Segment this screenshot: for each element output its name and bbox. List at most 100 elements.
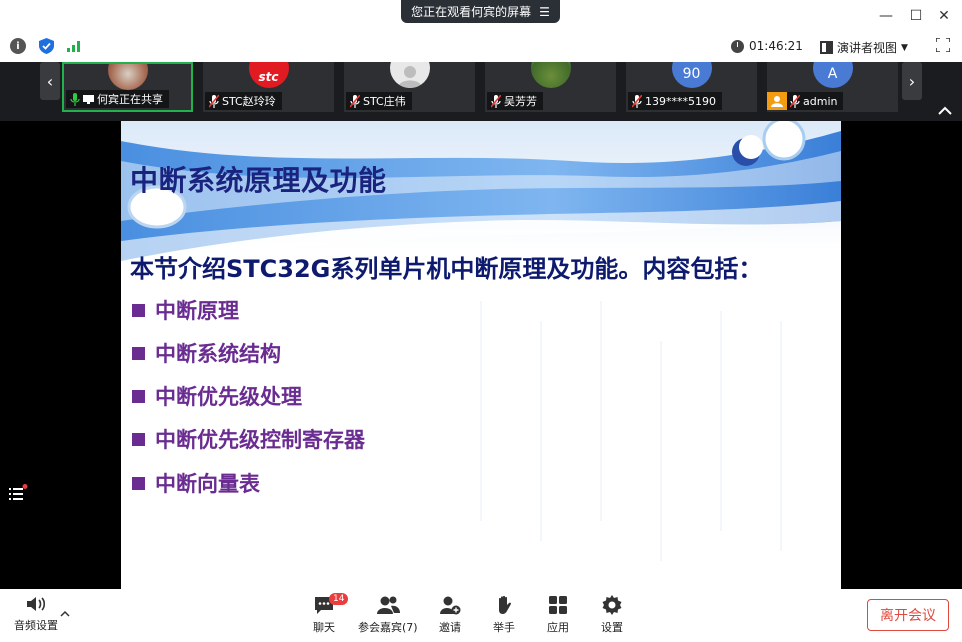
slide-bullet: 中断优先级处理 bbox=[132, 381, 302, 411]
layout-icon bbox=[820, 41, 833, 54]
gear-icon bbox=[602, 595, 622, 615]
participant-name: STC庄伟 bbox=[363, 95, 406, 108]
chevron-up-icon bbox=[938, 106, 952, 115]
participant-label: STC赵玲玲 bbox=[205, 92, 282, 110]
avatar: stc bbox=[248, 62, 289, 88]
participant-label: 139****5190 bbox=[628, 92, 722, 110]
audio-settings-button[interactable]: 音频设置 bbox=[14, 595, 58, 633]
participant-tile[interactable]: A admin bbox=[767, 62, 898, 112]
audio-options-chevron[interactable] bbox=[60, 609, 70, 620]
avatar bbox=[107, 64, 148, 90]
signal-icon[interactable] bbox=[66, 38, 82, 54]
speaker-icon bbox=[27, 597, 46, 611]
avatar: A bbox=[812, 62, 853, 88]
chevron-up-icon bbox=[60, 610, 70, 617]
participant-tile[interactable]: STC庄伟 bbox=[344, 62, 475, 112]
chat-label: 聊天 bbox=[313, 621, 335, 634]
timer-text: 01:46:21 bbox=[749, 39, 803, 53]
leave-meeting-button[interactable]: 离开会议 bbox=[867, 599, 949, 631]
audio-settings-label: 音频设置 bbox=[14, 619, 58, 632]
participant-tile[interactable]: stc STC赵玲玲 bbox=[203, 62, 334, 112]
participant-label: STC庄伟 bbox=[346, 92, 412, 110]
participants-icon bbox=[376, 596, 400, 614]
meeting-controls: 音频设置 聊天 14 参会嘉宾(7) 邀请 举手 应用 设置 离开会议 bbox=[0, 589, 962, 642]
participants-label: 参会嘉宾(7) bbox=[358, 621, 418, 634]
chevron-down-icon: ▼ bbox=[901, 42, 908, 53]
strip-next-button[interactable]: › bbox=[902, 62, 922, 100]
slide-bullet: 中断向量表 bbox=[132, 468, 260, 498]
bullet-text: 中断优先级处理 bbox=[155, 385, 302, 409]
chat-unread-badge: 14 bbox=[329, 593, 349, 605]
bullet-square-icon bbox=[132, 303, 145, 317]
participant-list-toggle[interactable] bbox=[0, 475, 36, 511]
microphone-muted-icon bbox=[350, 94, 360, 108]
maximize-button[interactable]: ☐ bbox=[906, 6, 926, 26]
microphone-muted-icon bbox=[209, 94, 219, 108]
host-icon bbox=[767, 92, 787, 110]
participant-label: 何宾正在共享 bbox=[66, 90, 169, 108]
microphone-muted-icon bbox=[790, 94, 800, 108]
invite-button[interactable]: 邀请 bbox=[439, 595, 461, 635]
presentation-slide: 中断系统原理及功能 本节介绍STC32G系列单片机中断原理及功能。内容包括： 中… bbox=[121, 121, 841, 589]
participant-tile[interactable]: 何宾正在共享 bbox=[62, 62, 193, 112]
microphone-muted-icon bbox=[491, 94, 501, 108]
slide-bullet: 中断系统结构 bbox=[132, 338, 281, 368]
raise-hand-button[interactable]: 举手 bbox=[493, 595, 515, 635]
slide-bullet: 中断优先级控制寄存器 bbox=[132, 424, 365, 454]
participant-strip: ‹ 何宾正在共享 stc STC赵玲玲 STC庄伟 吴芳芳 90 139****… bbox=[0, 62, 962, 121]
settings-label: 设置 bbox=[601, 621, 623, 634]
minimize-button[interactable]: — bbox=[876, 6, 896, 26]
participant-tile[interactable]: 吴芳芳 bbox=[485, 62, 616, 112]
strip-prev-button[interactable]: ‹ bbox=[40, 62, 60, 100]
raise-hand-label: 举手 bbox=[493, 621, 515, 634]
screen-share-icon bbox=[83, 94, 94, 104]
invite-label: 邀请 bbox=[439, 621, 461, 634]
info-icon[interactable]: i bbox=[10, 38, 26, 54]
participant-tile[interactable]: 90 139****5190 bbox=[626, 62, 757, 112]
bullet-text: 中断向量表 bbox=[155, 472, 260, 496]
settings-button[interactable]: 设置 bbox=[601, 595, 623, 635]
bullet-text: 中断系统结构 bbox=[155, 342, 281, 366]
shield-icon[interactable] bbox=[38, 38, 54, 54]
participant-label: 吴芳芳 bbox=[487, 92, 543, 110]
meeting-toolbar: i 01:46:21 演讲者视图 ▼ bbox=[0, 32, 962, 62]
bullet-square-icon bbox=[132, 389, 145, 403]
add-user-icon bbox=[440, 596, 461, 615]
participant-name: 吴芳芳 bbox=[504, 95, 537, 108]
participants-button[interactable]: 参会嘉宾(7) bbox=[358, 595, 418, 635]
view-mode-label: 演讲者视图 bbox=[837, 41, 898, 55]
microphone-muted-icon bbox=[632, 94, 642, 108]
view-mode-dropdown[interactable]: 演讲者视图 ▼ bbox=[820, 39, 908, 56]
list-icon bbox=[9, 484, 28, 500]
bullet-square-icon bbox=[132, 432, 145, 446]
slide-title: 中断系统原理及功能 bbox=[130, 164, 387, 197]
hamburger-icon[interactable]: ☰ bbox=[539, 5, 550, 19]
avatar bbox=[530, 62, 571, 88]
participant-name: STC赵玲玲 bbox=[222, 95, 276, 108]
hand-icon bbox=[499, 595, 511, 614]
shared-screen: 中断系统原理及功能 本节介绍STC32G系列单片机中断原理及功能。内容包括： 中… bbox=[0, 121, 962, 589]
participant-label: admin bbox=[767, 92, 844, 110]
screen-share-notice[interactable]: 您正在观看何宾的屏幕 ☰ bbox=[401, 0, 560, 23]
avatar bbox=[389, 62, 430, 88]
apps-grid-icon bbox=[549, 596, 567, 614]
bullet-text: 中断优先级控制寄存器 bbox=[155, 428, 365, 452]
fullscreen-icon[interactable] bbox=[936, 38, 950, 52]
apps-label: 应用 bbox=[547, 621, 569, 634]
slide-bullet: 中断原理 bbox=[132, 295, 239, 325]
bullet-square-icon bbox=[132, 346, 145, 360]
clock-icon bbox=[731, 39, 744, 53]
meeting-timer: 01:46:21 bbox=[731, 39, 803, 53]
slide-intro: 本节介绍STC32G系列单片机中断原理及功能。内容包括： bbox=[130, 255, 763, 283]
participant-name: 139****5190 bbox=[645, 94, 716, 108]
microphone-icon bbox=[70, 92, 80, 106]
bullet-square-icon bbox=[132, 476, 145, 490]
participant-name: 何宾正在共享 bbox=[97, 93, 163, 106]
share-notice-text: 您正在观看何宾的屏幕 bbox=[411, 5, 532, 19]
avatar: 90 bbox=[671, 62, 712, 88]
collapse-strip-button[interactable] bbox=[928, 100, 962, 121]
close-button[interactable]: ✕ bbox=[934, 6, 954, 26]
apps-button[interactable]: 应用 bbox=[547, 595, 569, 635]
title-bar: 您正在观看何宾的屏幕 ☰ — ☐ ✕ bbox=[0, 0, 962, 32]
bullet-text: 中断原理 bbox=[155, 299, 239, 323]
